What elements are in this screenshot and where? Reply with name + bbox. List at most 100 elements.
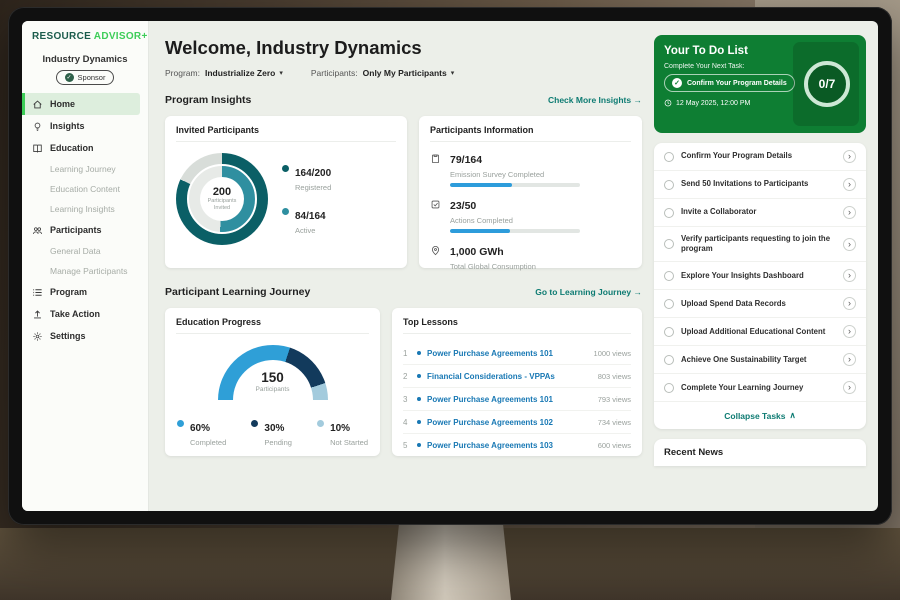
- education-progress-card: Education Progress 150 Participants: [165, 308, 380, 456]
- sponsor-badge-label: Sponsor: [78, 73, 106, 82]
- task-row-complete-learning-journey[interactable]: Complete Your Learning Journey ›: [654, 374, 866, 402]
- sidebar-item-insights[interactable]: Insights: [22, 115, 148, 137]
- learning-journey-header: Participant Learning Journey Go to Learn…: [165, 286, 642, 298]
- task-checkbox[interactable]: [664, 383, 674, 393]
- chevron-right-icon[interactable]: ›: [843, 381, 856, 394]
- check-more-insights-link[interactable]: Check More Insights →: [548, 95, 642, 105]
- sidebar-item-label: Program: [50, 287, 87, 297]
- chevron-right-icon[interactable]: ›: [843, 206, 856, 219]
- progress-bar: [450, 229, 580, 233]
- legend-value: 10%: [330, 423, 350, 434]
- program-dropdown-value: Industrialize Zero: [205, 68, 275, 78]
- task-label: Upload Spend Data Records: [681, 299, 836, 309]
- legend-dot: [177, 420, 184, 427]
- legend-dot: [282, 165, 289, 172]
- participants-dropdown[interactable]: Participants: Only My Participants ▾: [311, 68, 454, 78]
- clock-icon: [664, 99, 672, 107]
- lesson-rank: 4: [403, 418, 411, 427]
- task-checkbox[interactable]: [664, 271, 674, 281]
- sidebar-item-settings[interactable]: Settings: [22, 325, 148, 347]
- task-checkbox[interactable]: [664, 152, 674, 162]
- sidebar-item-program[interactable]: Program: [22, 281, 148, 303]
- photo-background: RESOURCE ADVISOR+ Industry Dynamics ✓ Sp…: [0, 0, 900, 600]
- sidebar-item-learning-journey[interactable]: Learning Journey: [22, 159, 148, 179]
- task-row-sustainability-target[interactable]: Achieve One Sustainability Target ›: [654, 346, 866, 374]
- stat-label: Emission Survey Completed: [450, 170, 580, 179]
- sidebar-item-learning-insights[interactable]: Learning Insights: [22, 199, 148, 219]
- task-checkbox[interactable]: [664, 180, 674, 190]
- task-checkbox[interactable]: [664, 355, 674, 365]
- lesson-row: 2 Financial Considerations - VPPAs 803vi…: [403, 365, 631, 388]
- task-row-invite-collaborator[interactable]: Invite a Collaborator ›: [654, 199, 866, 227]
- donut-center-value: 200: [213, 186, 231, 198]
- progress-bar: [450, 183, 580, 187]
- task-row-send-invitations[interactable]: Send 50 Invitations to Participants ›: [654, 171, 866, 199]
- lesson-row: 1 Power Purchase Agreements 101 1000view…: [403, 342, 631, 365]
- progress-fill: [450, 183, 512, 187]
- screen: RESOURCE ADVISOR+ Industry Dynamics ✓ Sp…: [22, 21, 878, 511]
- legend-item-completed: 60% Completed: [177, 418, 226, 447]
- lesson-link[interactable]: Power Purchase Agreements 102: [427, 418, 590, 427]
- stat-value: 79/164: [450, 154, 482, 166]
- sponsor-badge[interactable]: ✓ Sponsor: [56, 70, 115, 85]
- task-row-upload-educational-content[interactable]: Upload Additional Educational Content ›: [654, 318, 866, 346]
- lesson-link[interactable]: Power Purchase Agreements 103: [427, 441, 590, 450]
- next-task-pill[interactable]: ✓ Confirm Your Program Details: [664, 74, 795, 92]
- invited-participants-donut: 200 Participants Invited: [176, 153, 268, 245]
- lesson-views: 600: [598, 441, 611, 450]
- sidebar-item-participants[interactable]: Participants: [22, 219, 148, 241]
- task-row-explore-insights[interactable]: Explore Your Insights Dashboard ›: [654, 262, 866, 290]
- program-dropdown[interactable]: Program: Industrialize Zero ▾: [165, 68, 283, 78]
- recent-news-header: Recent News: [654, 439, 866, 466]
- task-row-confirm-program[interactable]: Confirm Your Program Details ›: [654, 143, 866, 171]
- legend-value: 30%: [264, 423, 284, 434]
- donut-center-label: Participants Invited: [204, 198, 240, 212]
- go-to-learning-journey-link[interactable]: Go to Learning Journey →: [535, 287, 642, 297]
- chevron-right-icon[interactable]: ›: [843, 238, 856, 251]
- stat-actions-completed: 23/50 Actions Completed: [430, 196, 631, 233]
- sidebar-item-education[interactable]: Education: [22, 137, 148, 159]
- lesson-link[interactable]: Financial Considerations - VPPAs: [427, 372, 590, 381]
- chevron-right-icon[interactable]: ›: [843, 325, 856, 338]
- collapse-tasks-button[interactable]: Collapse Tasks ∧: [654, 402, 866, 429]
- task-checkbox[interactable]: [664, 208, 674, 218]
- sidebar-item-home[interactable]: Home: [22, 93, 140, 115]
- lesson-bullet-icon: [417, 374, 421, 378]
- chevron-right-icon[interactable]: ›: [843, 269, 856, 282]
- monitor-bezel: RESOURCE ADVISOR+ Industry Dynamics ✓ Sp…: [8, 7, 892, 525]
- check-icon: ✓: [672, 78, 682, 88]
- app-logo: RESOURCE ADVISOR+: [22, 31, 148, 42]
- legend-value: 164/200: [295, 168, 331, 179]
- sidebar-item-general-data[interactable]: General Data: [22, 241, 148, 261]
- task-checkbox[interactable]: [664, 327, 674, 337]
- sponsor-icon: ✓: [65, 73, 74, 82]
- lesson-link[interactable]: Power Purchase Agreements 101: [427, 349, 586, 358]
- chevron-right-icon[interactable]: ›: [843, 353, 856, 366]
- chevron-right-icon[interactable]: ›: [843, 150, 856, 163]
- sidebar-item-label: Settings: [50, 331, 86, 341]
- lesson-rank: 3: [403, 395, 411, 404]
- sidebar-item-education-content[interactable]: Education Content: [22, 179, 148, 199]
- lesson-views: 734: [598, 418, 611, 427]
- chevron-right-icon[interactable]: ›: [843, 178, 856, 191]
- lesson-row: 3 Power Purchase Agreements 101 793views: [403, 388, 631, 411]
- main-content: Welcome, Industry Dynamics Program: Indu…: [149, 21, 654, 511]
- task-checkbox[interactable]: [664, 299, 674, 309]
- task-label: Upload Additional Educational Content: [681, 327, 836, 337]
- sidebar-item-manage-participants[interactable]: Manage Participants: [22, 261, 148, 281]
- book-icon: [32, 143, 43, 154]
- lesson-bullet-icon: [417, 420, 421, 424]
- chevron-right-icon[interactable]: ›: [843, 297, 856, 310]
- next-task-label: Confirm Your Program Details: [687, 80, 787, 87]
- lesson-views: 1000: [594, 349, 611, 358]
- todo-progress-value: 0/7: [819, 77, 836, 91]
- task-row-upload-spend-data[interactable]: Upload Spend Data Records ›: [654, 290, 866, 318]
- lesson-rank: 2: [403, 372, 411, 381]
- task-checkbox[interactable]: [664, 239, 674, 249]
- insights-cards-row: Invited Participants 200 Participants In…: [165, 116, 642, 268]
- task-row-verify-participants[interactable]: Verify participants requesting to join t…: [654, 227, 866, 262]
- sidebar-item-label: Education: [50, 143, 94, 153]
- legend-item-pending: 30% Pending: [251, 418, 292, 447]
- lesson-link[interactable]: Power Purchase Agreements 101: [427, 395, 590, 404]
- sidebar-item-take-action[interactable]: Take Action: [22, 303, 148, 325]
